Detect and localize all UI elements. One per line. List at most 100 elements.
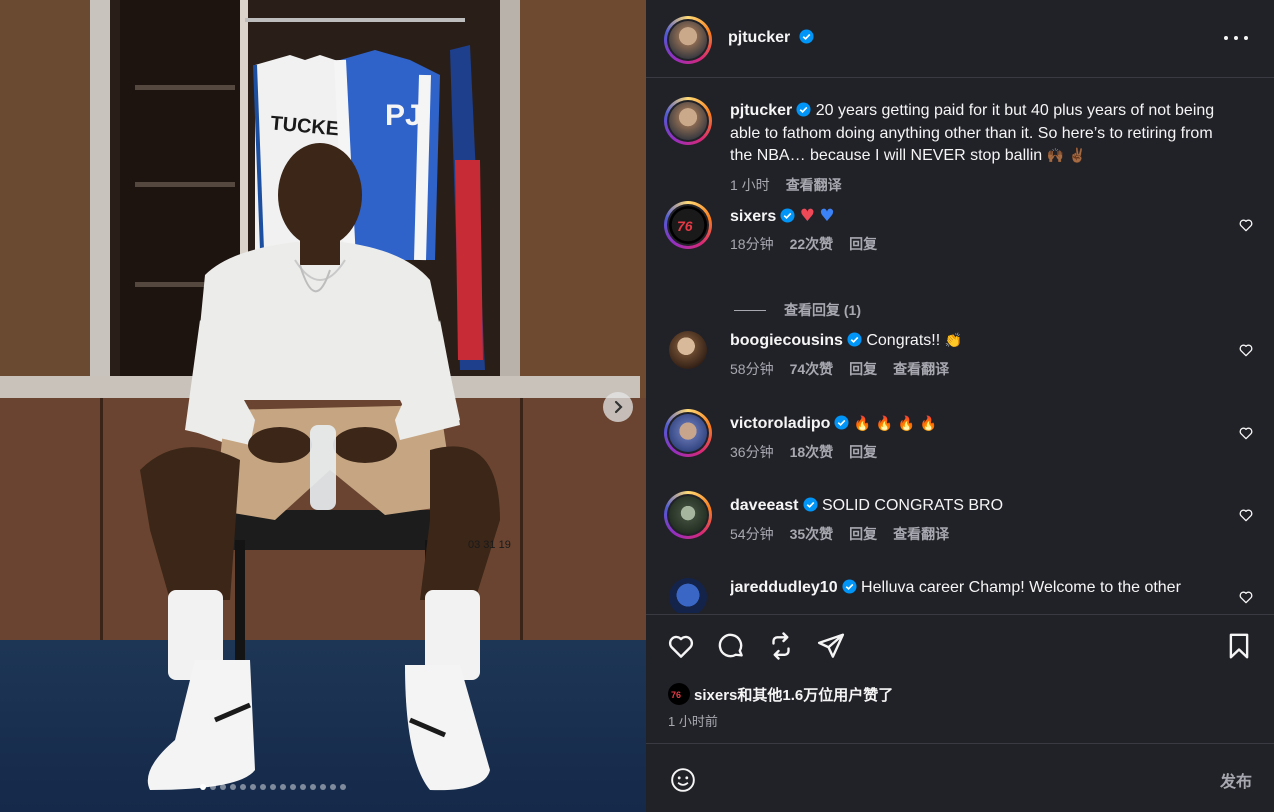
comment-text: jareddudley10 Helluva career Champ! Welc… — [730, 577, 1218, 600]
liker-avatar: 76 — [668, 683, 690, 705]
carousel-dot — [230, 784, 236, 790]
commenter-avatar[interactable] — [664, 326, 712, 374]
comment-row: daveeast SOLID CONGRATS BRO 54分钟 35次赞 回复 查看翻… — [646, 491, 1274, 561]
author-username[interactable]: pjtucker — [728, 29, 790, 46]
comment-text: boogiecousins Congrats!! 👏 — [730, 330, 1218, 353]
author-avatar[interactable] — [664, 97, 712, 145]
comment-like-count[interactable]: 22次赞 — [790, 234, 834, 254]
carousel-dot — [320, 784, 326, 790]
comment-username[interactable]: boogiecousins — [730, 332, 843, 349]
carousel-indicator — [200, 784, 346, 790]
comment-username[interactable]: jareddudley10 — [730, 579, 838, 596]
comment-icon[interactable] — [716, 631, 746, 661]
carousel-dot — [260, 784, 266, 790]
carousel-next-button[interactable] — [603, 392, 633, 422]
caption-emoji: 🙌🏾 ✌🏾 — [1046, 148, 1086, 164]
heart-icon[interactable] — [666, 631, 696, 661]
comment-meta: 36分钟 18次赞 回复 — [730, 442, 877, 462]
carousel-dot — [200, 784, 206, 790]
carousel-dot — [330, 784, 336, 790]
comment-text: sixers ♥ ♥ — [730, 205, 1218, 229]
post-photo[interactable]: TUCKER PJ 03 31 19 — [0, 0, 646, 812]
carousel-dot — [240, 784, 246, 790]
commenter-avatar[interactable]: 76 — [664, 201, 712, 249]
carousel-dot — [300, 784, 306, 790]
comment-row: victoroladipo 🔥 🔥 🔥 🔥 36分钟 18次赞 回复 — [646, 409, 1274, 479]
comment-text: victoroladipo 🔥 🔥 🔥 🔥 — [730, 413, 1218, 436]
post-actions: 76 sixers和其他1.6万位用户赞了 1 小时前 — [646, 614, 1274, 744]
carousel-dot — [220, 784, 226, 790]
comment-like-count[interactable]: 35次赞 — [790, 524, 834, 544]
next-arrow-icon — [614, 400, 623, 414]
comment-emoji: 🔥 🔥 🔥 🔥 — [849, 416, 937, 432]
comment-heart-icon[interactable] — [1238, 589, 1254, 605]
post-panel: pjtucker pjtucker 20 years getting paid … — [646, 0, 1274, 812]
verified-icon — [796, 102, 811, 117]
post-header: pjtucker — [646, 0, 1274, 78]
svg-text:76: 76 — [671, 690, 681, 700]
comment-time: 36分钟 — [730, 444, 774, 460]
comment-heart-icon[interactable] — [1238, 217, 1254, 233]
repost-icon[interactable] — [766, 631, 796, 661]
jacket-letters: PJ — [385, 99, 422, 132]
carousel-dot — [290, 784, 296, 790]
reply-button[interactable]: 回复 — [849, 524, 877, 544]
likes-text: sixers和其他1.6万位用户赞了 — [694, 686, 894, 704]
view-replies-button[interactable]: 查看回复 (1) — [734, 300, 861, 320]
caption-username[interactable]: pjtucker — [730, 102, 792, 119]
post-image: TUCKER PJ 03 31 19 — [0, 0, 646, 812]
comment-time: 58分钟 — [730, 361, 774, 377]
comment-username[interactable]: victoroladipo — [730, 415, 830, 432]
caption-translate-link[interactable]: 查看翻译 — [786, 175, 842, 195]
blue-heart-icon: ♥ — [819, 206, 835, 226]
caption-time: 1 小时 — [730, 177, 770, 193]
carousel-dot — [270, 784, 276, 790]
reply-button[interactable]: 回复 — [849, 442, 877, 462]
view-replies-label: 查看回复 (1) — [784, 302, 861, 318]
comment-meta: 58分钟 74次赞 回复 查看翻译 — [730, 359, 949, 379]
comment-heart-icon[interactable] — [1238, 507, 1254, 523]
reply-button[interactable]: 回复 — [849, 234, 877, 254]
more-options-button[interactable] — [1224, 28, 1248, 48]
comment-username[interactable]: sixers — [730, 208, 776, 225]
comment-row: jareddudley10 Helluva career Champ! Welc… — [646, 573, 1274, 613]
comment-emoji: 👏 — [940, 333, 963, 349]
comments-list[interactable]: pjtucker 20 years getting paid for it bu… — [646, 79, 1274, 613]
tattoo-numbers: 03 31 19 — [468, 539, 511, 551]
verified-icon — [802, 497, 818, 512]
verified-icon — [847, 332, 862, 347]
comment-input[interactable] — [710, 764, 1180, 794]
comment-meta: 54分钟 35次赞 回复 查看翻译 — [730, 524, 949, 544]
carousel-dot — [210, 784, 216, 790]
emoji-icon[interactable] — [670, 767, 696, 793]
author-avatar[interactable] — [664, 16, 712, 64]
comment-body: Helluva career Champ! Welcome to the oth… — [856, 579, 1181, 596]
comment-meta: 18分钟 22次赞 回复 — [730, 234, 877, 254]
share-icon[interactable] — [816, 631, 846, 661]
comment-heart-icon[interactable] — [1238, 342, 1254, 358]
verified-icon — [842, 579, 857, 594]
carousel-dot — [250, 784, 256, 790]
more-icon — [1224, 36, 1228, 40]
comment-heart-icon[interactable] — [1238, 425, 1254, 441]
caption-text: pjtucker 20 years getting paid for it bu… — [730, 100, 1224, 168]
translate-link[interactable]: 查看翻译 — [893, 359, 949, 379]
commenter-avatar[interactable] — [664, 573, 712, 613]
comment-like-count[interactable]: 18次赞 — [790, 442, 834, 462]
bookmark-icon[interactable] — [1224, 631, 1254, 661]
verified-icon — [780, 208, 795, 223]
comment-row: 76 sixers ♥ ♥ 18分钟 22次赞 回复 — [646, 201, 1274, 271]
reply-button[interactable]: 回复 — [849, 359, 877, 379]
comment-username[interactable]: daveeast — [730, 497, 799, 514]
red-heart-icon: ♥ — [799, 206, 815, 226]
post-time: 1 小时前 — [668, 714, 718, 729]
commenter-avatar[interactable] — [664, 409, 712, 457]
translate-link[interactable]: 查看翻译 — [893, 524, 949, 544]
post-comment-button[interactable]: 发布 — [1220, 768, 1252, 792]
caption-row: pjtucker 20 years getting paid for it bu… — [646, 97, 1274, 197]
likes-summary[interactable]: 76 sixers和其他1.6万位用户赞了 — [668, 683, 893, 705]
comment-like-count[interactable]: 74次赞 — [790, 359, 834, 379]
commenter-avatar[interactable] — [664, 491, 712, 539]
svg-text:76: 76 — [677, 218, 693, 234]
verified-icon — [834, 415, 849, 430]
